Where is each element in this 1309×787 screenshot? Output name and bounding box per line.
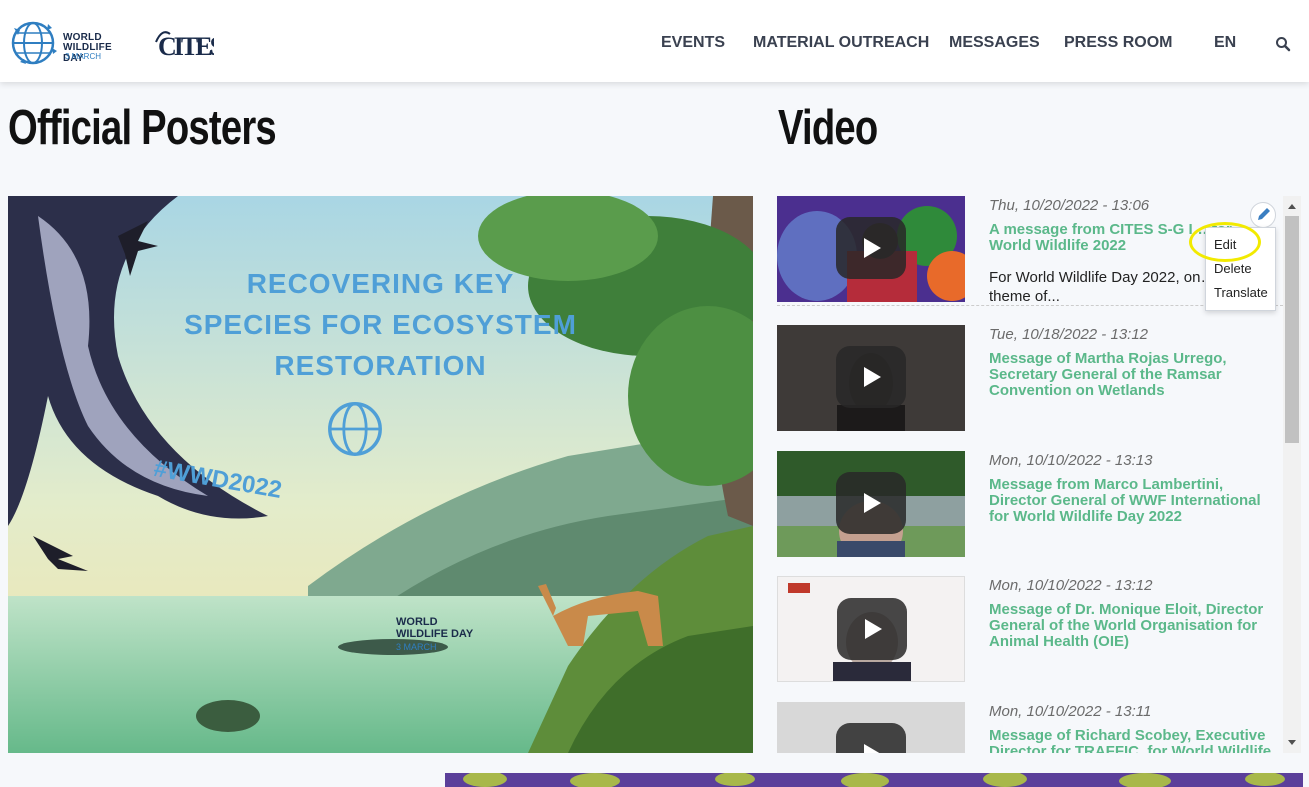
cites-logo[interactable]: CITES <box>152 22 214 62</box>
pencil-icon[interactable] <box>1250 202 1276 228</box>
world-wildlife-day-logo[interactable]: WORLD WILDLIFE DAY 3 MARCH <box>8 14 133 72</box>
edit-highlight-circle <box>1189 222 1261 262</box>
video-title-link[interactable]: Message of Martha Rojas Urrego, Secretar… <box>989 351 1277 399</box>
nav-press-room[interactable]: PRESS ROOM <box>1064 34 1172 52</box>
video-thumbnail[interactable] <box>777 196 965 302</box>
video-description: For World Wildlife Day 2022, on… theme o… <box>989 269 1216 305</box>
nav-messages[interactable]: MESSAGES <box>949 34 1040 52</box>
scroll-down-icon[interactable] <box>1288 740 1296 745</box>
poster-logo-text: WORLD WILDLIFE DAY <box>396 616 473 640</box>
video-title-link[interactable]: Message of Dr. Monique Eloit, Director G… <box>989 602 1277 650</box>
video-thumbnail[interactable] <box>777 576 965 682</box>
nav-events[interactable]: EVENTS <box>661 34 725 52</box>
menu-item-delete[interactable]: Delete <box>1214 261 1252 276</box>
leaf-pattern <box>445 773 1303 787</box>
video-date: Tue, 10/18/2022 - 13:12 <box>989 326 1149 343</box>
footer-banner-image <box>445 773 1303 787</box>
video-date: Thu, 10/20/2022 - 13:06 <box>989 197 1150 214</box>
video-date: Mon, 10/10/2022 - 13:13 <box>989 452 1153 469</box>
poster-title-line1: RECOVERING KEY <box>246 268 515 299</box>
poster-logo-line2: WILDLIFE DAY <box>396 628 474 640</box>
poster-globe-icon <box>328 402 382 456</box>
video-title-link[interactable]: Message of Richard Scobey, Executive Dir… <box>989 728 1277 754</box>
poster-logo-line1: WORLD <box>396 616 438 628</box>
language-selector[interactable]: EN <box>1214 34 1236 52</box>
video-thumbnail[interactable] <box>777 325 965 431</box>
video-date: Mon, 10/10/2022 - 13:11 <box>989 703 1152 720</box>
video-thumbnail[interactable] <box>777 702 965 753</box>
nav-material-outreach[interactable]: MATERIAL OUTREACH <box>753 34 929 52</box>
svg-text:CITES: CITES <box>158 32 214 61</box>
scrollbar-thumb[interactable] <box>1285 216 1299 443</box>
poster-title-line3: RESTORATION <box>274 350 487 381</box>
poster-logo-date: 3 MARCH <box>396 642 437 652</box>
play-button-icon[interactable] <box>836 346 906 408</box>
globe-icon <box>11 21 57 65</box>
video-thumbnail[interactable] <box>777 451 965 557</box>
poster-title-line2: SPECIES FOR ECOSYSTEM <box>184 309 577 340</box>
play-button-icon[interactable] <box>836 723 906 753</box>
scroll-up-icon[interactable] <box>1288 204 1296 209</box>
official-posters-heading: Official Posters <box>8 101 277 155</box>
video-heading: Video <box>778 101 878 155</box>
site-header: WORLD WILDLIFE DAY 3 MARCH CITES EVENTS … <box>0 0 1309 82</box>
video-list-scrollbar[interactable] <box>1283 196 1301 753</box>
video-title-link[interactable]: Message from Marco Lambertini, Director … <box>989 477 1277 525</box>
menu-item-translate[interactable]: Translate <box>1214 285 1268 300</box>
search-icon[interactable] <box>1275 36 1291 52</box>
play-button-icon[interactable] <box>836 472 906 534</box>
video-date: Mon, 10/10/2022 - 13:12 <box>989 577 1153 594</box>
logo-text-date: 3 MARCH <box>65 52 102 61</box>
play-button-icon[interactable] <box>836 217 906 279</box>
official-poster-image[interactable]: RECOVERING KEY SPECIES FOR ECOSYSTEM RES… <box>8 196 753 753</box>
play-button-icon[interactable] <box>837 598 907 660</box>
